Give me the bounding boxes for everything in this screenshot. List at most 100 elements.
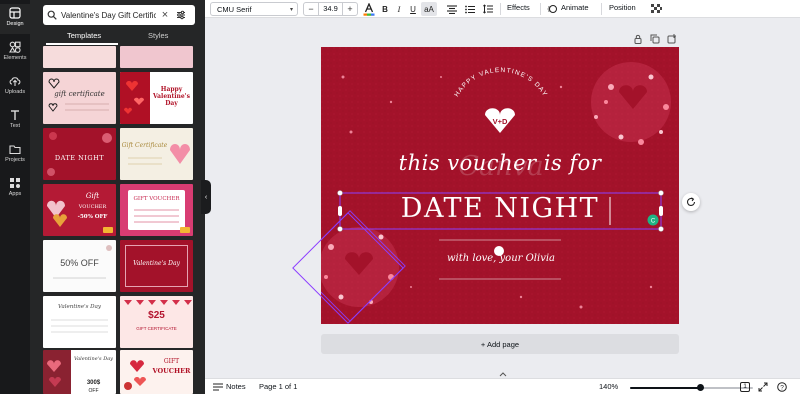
premium-crown-icon	[180, 227, 190, 233]
template-thumbnail[interactable]: Valentine's Day	[43, 296, 116, 348]
rail-label: Projects	[5, 157, 25, 163]
tab-templates[interactable]: Templates	[67, 31, 101, 40]
script-line[interactable]: this voucher is for	[381, 151, 619, 175]
chevron-up-icon[interactable]	[499, 372, 507, 377]
increase-size-button[interactable]: +	[343, 4, 357, 14]
decrease-size-button[interactable]: −	[304, 4, 318, 14]
rotated-selection-guide	[292, 212, 404, 324]
rail-label: Elements	[3, 55, 27, 61]
notes-icon	[213, 383, 223, 391]
template-thumbnail[interactable]: Valentine's Day	[120, 240, 193, 292]
hearts-decoration-icon	[124, 81, 144, 114]
filter-icon[interactable]	[176, 10, 186, 20]
bullet-list-icon	[465, 5, 475, 13]
effects-button[interactable]: Effects	[507, 3, 530, 12]
text-color-button[interactable]	[362, 2, 376, 16]
zoom-slider-handle[interactable]	[696, 384, 704, 391]
template-thumbnail[interactable]: DATE NIGHT	[43, 128, 116, 180]
rail-item-projects[interactable]: Projects	[0, 140, 30, 170]
thumb-title: Happy Valentine's Day	[153, 86, 190, 107]
letter-case-button[interactable]: aA	[421, 2, 437, 16]
template-thumbnail[interactable]: $25 GIFT CERTIFICATE	[120, 296, 193, 348]
rail-item-elements[interactable]: Elements	[0, 38, 30, 68]
rotate-button[interactable]	[682, 193, 700, 211]
page-indicator[interactable]: Page 1 of 1	[259, 382, 297, 391]
template-thumbnail[interactable]: gift certificate	[43, 72, 116, 124]
left-rail: Design Elements Uploads Text Projects Ap…	[0, 0, 30, 394]
template-thumbnail[interactable]: 50% OFF	[43, 240, 116, 292]
thumb-title: gift certificate	[54, 90, 105, 98]
tab-styles[interactable]: Styles	[148, 31, 168, 40]
thumb-discount: -50% OFF	[77, 214, 108, 220]
template-thumbnail[interactable]: GIFT VOUCHER	[120, 350, 193, 394]
align-center-icon	[447, 4, 457, 14]
premium-crown-icon	[103, 227, 113, 233]
template-thumbnail[interactable]: Happy Valentine's Day	[120, 72, 193, 124]
page-count-button[interactable]: 1	[740, 382, 750, 392]
active-tab-indicator	[46, 43, 118, 45]
rail-item-uploads[interactable]: Uploads	[0, 72, 30, 102]
thumb-title: Gift	[85, 192, 100, 200]
align-button[interactable]	[445, 2, 459, 16]
template-thumbnail[interactable]: Gift VOUCHER -50% OFF	[43, 184, 116, 236]
line-spacing-icon	[483, 4, 493, 14]
design-icon	[9, 7, 21, 19]
search-input[interactable]: Valentine's Day Gift Certifica	[61, 11, 156, 20]
duplicate-page-icon[interactable]	[650, 34, 660, 44]
template-thumbnail[interactable]: Gift Certificate	[120, 128, 193, 180]
refresh-icon	[686, 197, 696, 206]
chevron-down-icon: ▾	[289, 7, 293, 13]
thumb-price: $25	[148, 310, 165, 321]
arc-text: HAPPY VALENTINE'S DAY	[453, 67, 547, 98]
spacing-button[interactable]	[481, 2, 495, 16]
position-button[interactable]: Position	[609, 3, 636, 12]
font-family-dropdown[interactable]: CMU Serif ▾	[210, 2, 298, 16]
underline-button[interactable]: U	[407, 2, 419, 16]
add-page-button[interactable]: + Add page	[321, 334, 679, 354]
fullscreen-icon[interactable]	[758, 382, 768, 392]
template-thumbnail[interactable]	[120, 46, 193, 68]
hearts-doodle-icon	[48, 78, 109, 112]
font-size-value[interactable]: 34.9	[318, 3, 343, 15]
elements-icon	[9, 41, 21, 53]
help-icon[interactable]: ?	[777, 382, 787, 392]
thumb-subtitle: VOUCHER	[78, 204, 107, 210]
thumb-title: GIFT	[163, 358, 180, 365]
svg-text:?: ?	[780, 385, 784, 392]
apps-icon	[10, 178, 20, 188]
floral-border-icon	[53, 245, 112, 279]
text-icon	[11, 110, 19, 120]
search-box[interactable]: Valentine's Day Gift Certifica ×	[43, 5, 195, 25]
italic-button[interactable]: I	[393, 2, 405, 16]
font-size-stepper[interactable]: − 34.9 +	[303, 2, 358, 16]
list-button[interactable]	[463, 2, 477, 16]
lock-icon[interactable]	[633, 34, 643, 44]
rail-item-apps[interactable]: Apps	[0, 174, 30, 204]
monogram: V+D	[492, 117, 508, 126]
bottom-bar: Notes Page 1 of 1 140% 1 ?	[205, 378, 800, 394]
zoom-value[interactable]: 140%	[599, 382, 618, 391]
thumb-subtitle: VOUCHER	[152, 367, 191, 375]
templates-panel: Valentine's Day Gift Certifica × Templat…	[30, 0, 205, 394]
transparency-icon[interactable]	[651, 4, 662, 14]
thumb-title: Valentine's Day	[133, 260, 180, 267]
form-lines-icon	[51, 319, 108, 333]
rail-item-design[interactable]: Design	[0, 4, 30, 34]
clear-icon[interactable]: ×	[160, 9, 170, 21]
template-thumbnail[interactable]: Valentine's Day 300$ OFF	[43, 350, 116, 394]
collapse-panel-button[interactable]: ‹	[201, 180, 211, 214]
bold-button[interactable]: B	[379, 2, 391, 16]
rail-label: Text	[9, 123, 21, 129]
rail-item-text[interactable]: Text	[0, 106, 30, 136]
add-page-icon[interactable]	[667, 34, 677, 44]
template-thumbnail[interactable]: GIFT VOUCHER	[120, 184, 193, 236]
font-family-value: CMU Serif	[217, 4, 252, 14]
thumb-price: 300$	[86, 380, 101, 386]
heart-balloon-icon	[128, 144, 190, 165]
toolbar-divider	[540, 3, 541, 15]
notes-button[interactable]: Notes	[226, 382, 246, 391]
text-color-icon	[363, 2, 375, 16]
animate-button[interactable]: Animate	[561, 3, 589, 12]
rail-label: Design	[6, 21, 24, 27]
template-thumbnail[interactable]	[43, 46, 116, 68]
